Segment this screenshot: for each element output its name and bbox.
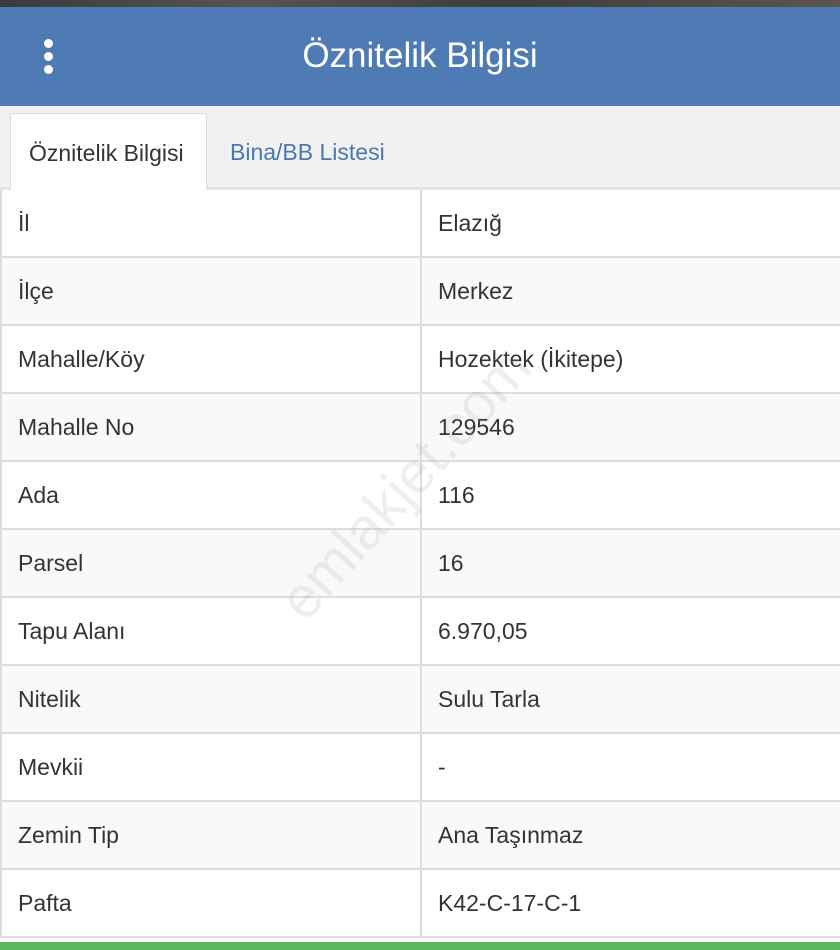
table-row: Pafta K42-C-17-C-1 [2, 870, 840, 938]
row-value: Merkez [438, 277, 514, 304]
bottom-bar [0, 942, 840, 950]
row-value: Elazığ [438, 209, 502, 236]
row-key: Tapu Alanı [2, 598, 422, 664]
table-row: İlçe Merkez [2, 258, 840, 326]
table-row: Tapu Alanı 6.970,05 [2, 598, 840, 666]
row-value: 16 [438, 549, 464, 576]
table-row: Ada 116 [2, 462, 840, 530]
page-title: Öznitelik Bilgisi [302, 36, 538, 75]
row-value: 6.970,05 [438, 617, 528, 644]
row-key: Mevkii [2, 734, 422, 800]
attribute-table: İl Elazığ İlçe Merkez Mahalle/Köy Hozekt… [0, 190, 840, 938]
top-photo-strip [0, 0, 840, 7]
row-value: K42-C-17-C-1 [438, 889, 582, 916]
table-row: Mahalle/Köy Hozektek (İkitepe) [2, 326, 840, 394]
table-row: Mahalle No 129546 [2, 394, 840, 462]
tab-bina-bb-listesi[interactable]: Bina/BB Listesi [212, 113, 403, 193]
row-value: - [438, 753, 446, 780]
row-key: Nitelik [2, 666, 422, 732]
row-value: Ana Taşınmaz [438, 821, 584, 848]
tab-oznitelik-bilgisi[interactable]: Öznitelik Bilgisi [10, 113, 207, 193]
row-key: İl [2, 190, 422, 256]
table-row: Parsel 16 [2, 530, 840, 598]
row-key: Parsel [2, 530, 422, 596]
row-value: 116 [438, 481, 475, 508]
tab-bar: Öznitelik Bilgisi Bina/BB Listesi [0, 106, 840, 193]
table-row: İl Elazığ [2, 190, 840, 258]
row-key: Ada [2, 462, 422, 528]
table-row: Mevkii - [2, 734, 840, 802]
row-key: Mahalle No [2, 394, 422, 460]
table-row: Zemin Tip Ana Taşınmaz [2, 802, 840, 870]
row-key: Pafta [2, 870, 422, 936]
row-value: Sulu Tarla [438, 685, 540, 712]
row-value: 129546 [438, 413, 515, 440]
app-header: Öznitelik Bilgisi [0, 7, 840, 106]
row-key: Mahalle/Köy [2, 326, 422, 392]
vertical-ellipsis-icon[interactable] [30, 31, 66, 81]
row-key: İlçe [2, 258, 422, 324]
row-key: Zemin Tip [2, 802, 422, 868]
row-value: Hozektek (İkitepe) [438, 345, 624, 372]
table-row: Nitelik Sulu Tarla [2, 666, 840, 734]
